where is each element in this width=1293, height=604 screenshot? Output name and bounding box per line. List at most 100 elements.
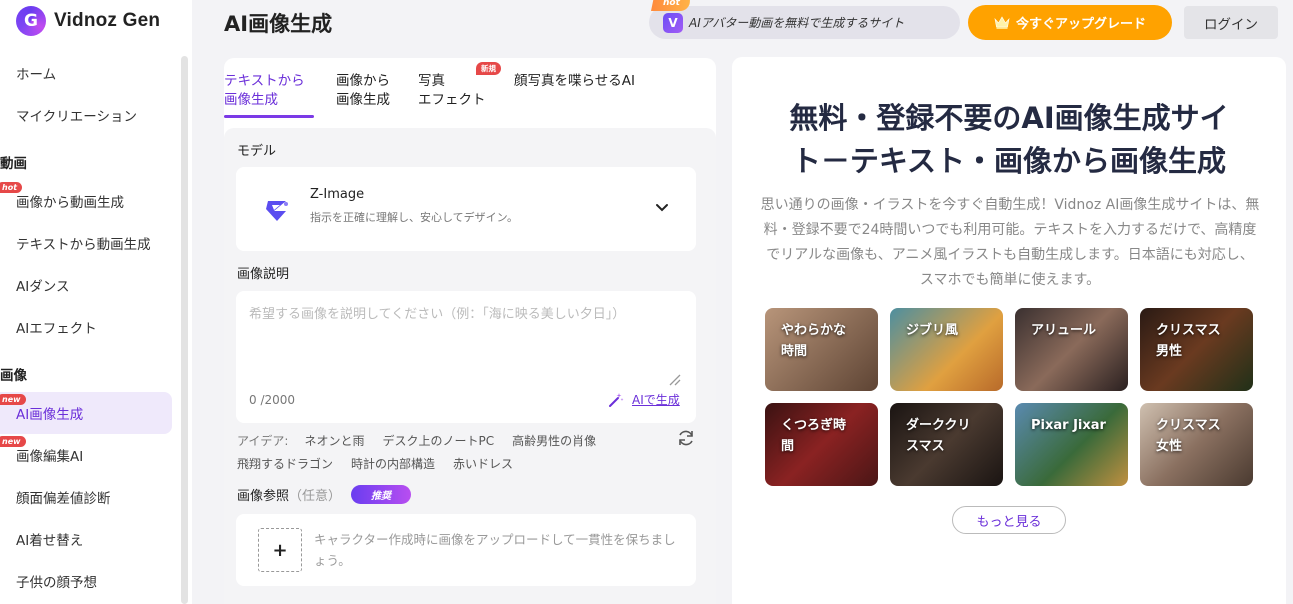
page-title: AI画像生成 [224,12,333,36]
magic-wand-icon [609,392,624,407]
style-card-label: ダーククリ スマス [906,418,971,454]
logo-icon: G [16,6,46,36]
promo-banner[interactable]: V AIアバター動画を無料で生成するサイト [649,6,960,39]
sidebar-item-ai-outfit[interactable]: AI着せ替え [0,518,180,560]
sidebar-item-label: マイクリエーション [16,109,137,125]
login-button[interactable]: ログイン [1184,6,1278,39]
upgrade-label: 今すぐアップグレード [1015,17,1146,32]
optional-text: （任意） [289,489,342,504]
sidebar-item-label: AIダンス [16,279,70,295]
chevron-down-icon [656,204,668,212]
description-placeholder: 希望する画像を説明してください（例：「海に映る美しい夕日」） [249,307,626,322]
promo-text: AIアバター動画を無料で生成するサイト [689,16,905,30]
new-badge: new [0,436,26,447]
idea-chip[interactable]: 飛翔するドラゴン [237,457,333,471]
new-badge: new [0,394,26,405]
sidebar-item-ai-image-generation[interactable]: new AI画像生成 [0,392,172,434]
tab-label: 画像生成 [336,92,390,108]
sidebar-item-label: テキストから動画生成 [16,237,151,253]
hero-title-line: ト－テキスト・画像から画像生成 [791,144,1227,178]
sidebar-nav: ホーム マイクリエーション 動画 hot 画像から動画生成 テキストから動画生成 … [0,52,180,602]
description-input[interactable]: 希望する画像を説明してください（例：「海に映る美しい夕日」） 0 /2000 A… [236,291,696,423]
hero-title: 無料・登録不要のAI画像生成サイ ト－テキスト・画像から画像生成 [732,97,1286,183]
style-card[interactable]: アリュール [1015,308,1128,391]
sidebar-item-label: 子供の顔予想 [16,575,97,591]
tab-label: 画像生成 [224,92,278,108]
tab-label: 顔写真を喋らせるAI [514,73,635,89]
sidebar: G Vidnoz Gen ホーム マイクリエーション 動画 hot 画像から動画生… [0,0,192,604]
style-card[interactable]: ダーククリ スマス [890,403,1003,486]
sidebar-item-my-creations[interactable]: マイクリエーション [0,94,180,136]
tab-image-to-image[interactable]: 画像から 画像生成 [336,72,390,110]
style-card[interactable]: Pixar Jixar [1015,403,1128,486]
style-card-label: クリスマス 女性 [1156,418,1221,454]
sidebar-item-baby-face[interactable]: 子供の顔予想 [0,560,180,602]
description-label: 画像説明 [237,267,290,282]
style-card[interactable]: クリスマス 男性 [1140,308,1253,391]
sidebar-item-home[interactable]: ホーム [0,52,180,94]
style-card[interactable]: やわらかな 時間 [765,308,878,391]
style-card[interactable]: クリスマス 女性 [1140,403,1253,486]
style-card-label: Pixar Jixar [1031,418,1106,433]
sidebar-scrollbar[interactable] [181,56,188,604]
refresh-icon[interactable] [676,428,696,448]
resize-handle-icon[interactable] [666,371,682,387]
intro-panel: 無料・登録不要のAI画像生成サイ ト－テキスト・画像から画像生成 思い通りの画像… [732,57,1286,604]
idea-chip[interactable]: 高齢男性の肖像 [512,434,596,448]
ai-generate-link[interactable]: AIで生成 [608,391,680,408]
style-card[interactable]: ジブリ風 [890,308,1003,391]
model-label: モデル [237,144,277,159]
style-card-label: アリュール [1031,323,1097,338]
hot-tag: hot [651,0,690,11]
tab-photo-effect[interactable]: 写真 エフェクト [418,72,486,110]
crown-icon [994,16,1010,29]
see-more-button[interactable]: もっと見る [952,506,1066,534]
idea-chip[interactable]: 時計の内部構造 [351,457,435,471]
sidebar-item-text-to-video[interactable]: テキストから動画生成 [0,222,180,264]
logo-text: Vidnoz Gen [54,10,161,31]
active-tab-indicator [224,115,314,118]
sidebar-item-ai-effect[interactable]: AIエフェクト [0,306,180,348]
tab-talking-photo[interactable]: 顔写真を喋らせるAI [514,72,635,91]
idea-chip[interactable]: 赤いドレス [453,457,513,471]
sidebar-section-image: 画像 [0,368,27,384]
idea-list: アイデア: ネオンと雨 デスク上のノートPC 高齢男性の肖像 飛翔するドラゴン 時計の内… [237,430,657,476]
upgrade-button[interactable]: 今すぐアップグレード [968,5,1172,40]
style-card-label: やわらかな 時間 [781,323,847,359]
idea-chip[interactable]: ネオンと雨 [304,434,364,448]
new-badge: 新規 [476,62,501,75]
sidebar-item-label: 画像から動画生成 [16,195,124,211]
style-card-label: ジブリ風 [906,323,959,338]
reference-upload-area: + キャラクター作成時に画像をアップロードして一貫性を保ちましょう。 [236,514,696,586]
sidebar-item-image-editor[interactable]: new 画像編集AI [0,434,180,476]
sidebar-item-label: ホーム [16,67,57,83]
model-name: Z-Image [310,187,365,202]
model-description: 指示を正確に理解し、安心してデザイン。 [310,211,519,224]
sidebar-item-ai-dance[interactable]: AIダンス [0,264,180,306]
ideas-label: アイデア: [237,434,289,448]
upload-button[interactable]: + [258,528,302,572]
tab-label: テキストから [224,73,305,89]
sidebar-item-label: AI着せ替え [16,533,84,549]
hero-description: 思い通りの画像・イラストを今すぐ自動生成！Vidnoz AI画像生成サイトは、無… [760,197,1260,288]
sidebar-item-label: AI画像生成 [16,407,84,423]
hot-badge: hot [0,182,23,193]
reference-label: 画像参照（任意） 推奨 [237,485,412,504]
hero-title-line: 無料・登録不要のAI画像生成サイ [789,101,1229,135]
char-counter: 0 /2000 [249,393,296,407]
sidebar-section-video: 動画 [0,156,27,172]
reference-hint: キャラクター作成時に画像をアップロードして一貫性を保ちましょう。 [314,532,676,568]
tab-text-to-image[interactable]: テキストから 画像生成 [224,72,305,110]
vidnoz-icon: V [663,12,683,33]
style-card-label: くつろぎ時 間 [781,418,847,454]
tab-label: エフェクト [418,92,486,108]
idea-chip[interactable]: デスク上のノートPC [382,434,494,448]
model-select[interactable]: Z-Image 指示を正確に理解し、安心してデザイン。 [236,167,696,251]
sidebar-item-label: AIエフェクト [16,321,97,337]
generator-form: モデル Z-Image 指示を正確に理解し、安心してデザイン。 画像説明 希望す… [224,128,716,604]
style-card[interactable]: くつろぎ時 間 [765,403,878,486]
sidebar-item-face-score[interactable]: 顔面偏差値診断 [0,476,180,518]
sidebar-item-image-to-video[interactable]: hot 画像から動画生成 [0,180,180,222]
logo[interactable]: G Vidnoz Gen [16,4,160,38]
recommended-badge: 推奨 [351,485,412,504]
